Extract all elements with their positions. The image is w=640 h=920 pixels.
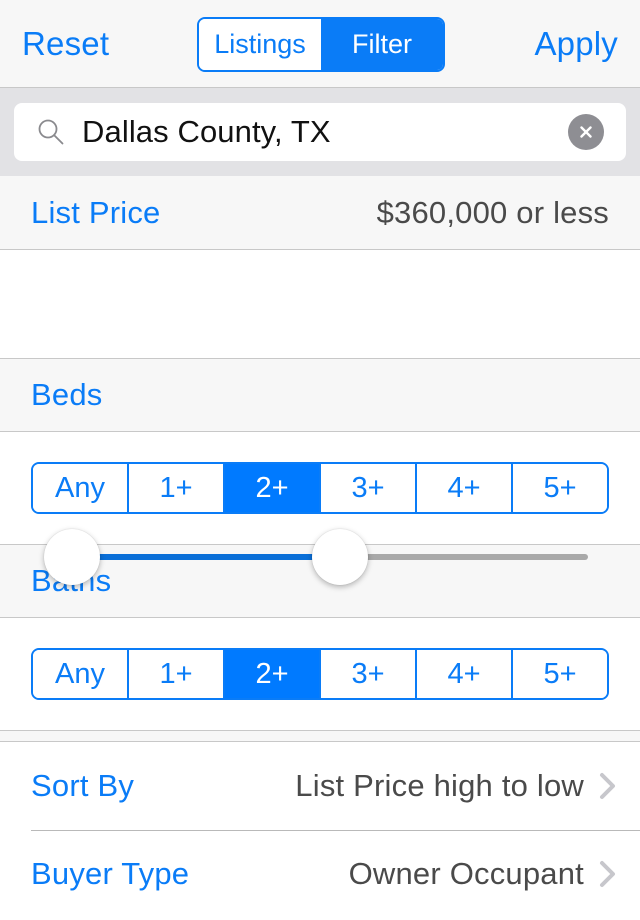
search-field[interactable]: Dallas County, TX xyxy=(14,103,626,161)
sort-by-value: List Price high to low xyxy=(295,768,584,803)
baths-row: Any 1+ 2+ 3+ 4+ 5+ xyxy=(0,618,640,730)
sort-by-right: List Price high to low xyxy=(295,768,618,804)
baths-option-5plus[interactable]: 5+ xyxy=(511,650,607,698)
search-bar-container: Dallas County, TX xyxy=(0,88,640,176)
baths-option-3plus[interactable]: 3+ xyxy=(319,650,415,698)
sort-by-row[interactable]: Sort By List Price high to low xyxy=(0,742,640,830)
list-price-label: List Price xyxy=(31,194,161,230)
search-icon xyxy=(38,119,64,145)
filter-screen: Reset Listings Filter Apply Dallas Count… xyxy=(0,0,640,920)
toggle-option-filter[interactable]: Filter xyxy=(321,19,443,70)
beds-option-4plus[interactable]: 4+ xyxy=(415,464,511,512)
search-input-value[interactable]: Dallas County, TX xyxy=(82,114,568,150)
beds-option-any[interactable]: Any xyxy=(33,464,127,512)
baths-option-any[interactable]: Any xyxy=(33,650,127,698)
view-mode-toggle[interactable]: Listings Filter xyxy=(197,17,445,72)
reset-button[interactable]: Reset xyxy=(22,25,109,63)
beds-segmented-control[interactable]: Any 1+ 2+ 3+ 4+ 5+ xyxy=(31,462,609,514)
list-price-header[interactable]: List Price $360,000 or less xyxy=(0,176,640,250)
buyer-type-label: Buyer Type xyxy=(31,856,190,891)
beds-option-3plus[interactable]: 3+ xyxy=(319,464,415,512)
list-price-value: $360,000 or less xyxy=(376,194,609,230)
baths-option-1plus[interactable]: 1+ xyxy=(127,650,223,698)
price-range-slider[interactable] xyxy=(0,250,640,585)
close-icon xyxy=(580,126,592,138)
buyer-type-right: Owner Occupant xyxy=(349,856,618,892)
beds-option-1plus[interactable]: 1+ xyxy=(127,464,223,512)
navigation-bar: Reset Listings Filter Apply xyxy=(0,0,640,88)
beds-row: Any 1+ 2+ 3+ 4+ 5+ xyxy=(0,432,640,544)
apply-button[interactable]: Apply xyxy=(534,25,618,63)
baths-option-4plus[interactable]: 4+ xyxy=(415,650,511,698)
beds-label: Beds xyxy=(31,377,103,412)
section-divider xyxy=(0,730,640,742)
slider-track-active xyxy=(72,554,340,560)
chevron-right-icon xyxy=(600,773,615,799)
slider-handle-max[interactable] xyxy=(312,529,368,585)
buyer-type-row[interactable]: Buyer Type Owner Occupant xyxy=(0,830,640,918)
buyer-type-value: Owner Occupant xyxy=(348,856,584,891)
beds-option-2plus[interactable]: 2+ xyxy=(223,464,319,512)
slider-handle-min[interactable] xyxy=(44,529,100,585)
baths-segmented-control[interactable]: Any 1+ 2+ 3+ 4+ 5+ xyxy=(31,648,609,700)
baths-option-2plus[interactable]: 2+ xyxy=(223,650,319,698)
sort-by-label: Sort By xyxy=(31,768,135,803)
toggle-option-listings[interactable]: Listings xyxy=(199,19,321,70)
beds-option-5plus[interactable]: 5+ xyxy=(511,464,607,512)
beds-header: Beds xyxy=(0,358,640,432)
close-circle-icon[interactable] xyxy=(568,114,604,150)
chevron-right-icon xyxy=(600,861,615,887)
